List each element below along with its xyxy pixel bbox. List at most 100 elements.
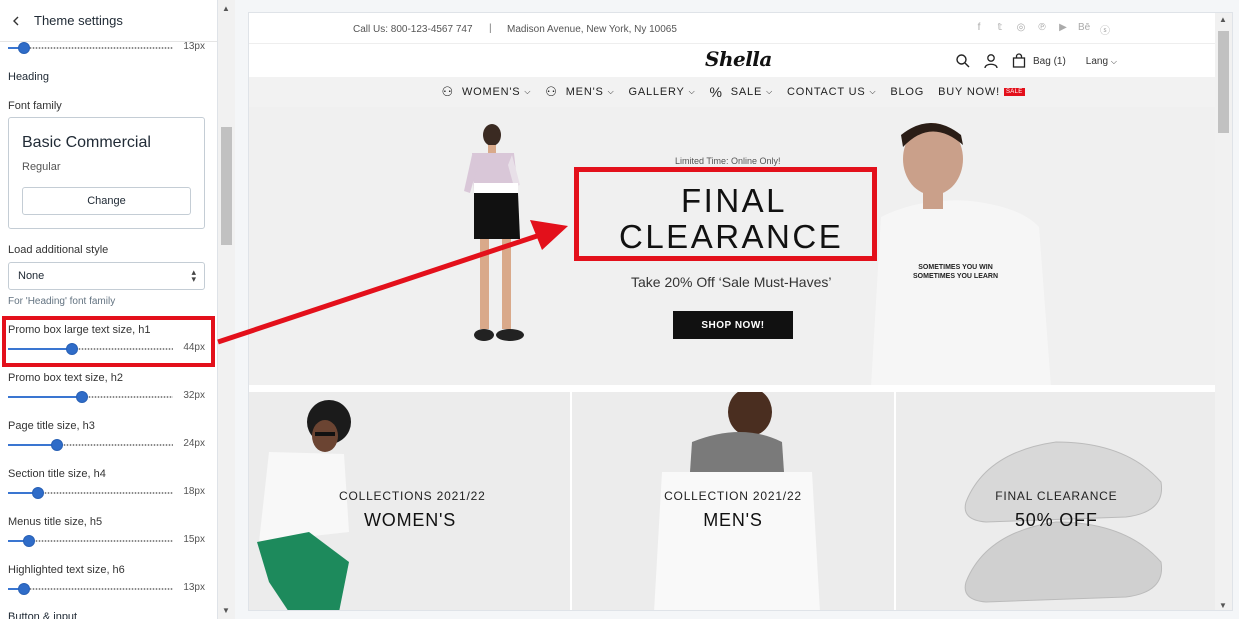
slider-knob[interactable]: [18, 583, 30, 595]
card-clearance[interactable]: FINAL CLEARANCE 50% OFF: [895, 392, 1217, 610]
woman-icon: ⚇: [441, 84, 454, 99]
collection-cards: COLLECTIONS 2021/22 WOMEN'S COLLECTION 2…: [249, 392, 1217, 610]
font-size-slider-top[interactable]: 13px: [8, 41, 205, 55]
facebook-icon[interactable]: f: [973, 22, 985, 37]
bag-label[interactable]: Bag (1): [1033, 56, 1066, 67]
store-logo[interactable]: Shella: [705, 47, 772, 71]
shirt-print: SOMETIMES YOU WIN SOMETIMES YOU LEARN: [913, 264, 999, 280]
slider-label-h5: Menus title size, h5: [8, 516, 103, 528]
button-input-section-title: Button & input: [8, 611, 78, 619]
nav-item-contact[interactable]: CONTACT US ⌵: [787, 86, 876, 98]
bag-icon[interactable]: [1011, 53, 1027, 69]
load-style-hint: For 'Heading' font family: [8, 296, 116, 307]
change-font-button[interactable]: Change: [22, 187, 191, 215]
percent-icon: %: [709, 84, 723, 100]
behance-icon[interactable]: Bē: [1078, 22, 1090, 37]
chevron-down-icon: ⌵: [524, 87, 532, 96]
man-icon: ⚇: [545, 84, 558, 99]
card-title: COLLECTION 2021/22: [664, 489, 802, 503]
store-address: Madison Avenue, New York, Ny 10065: [507, 24, 677, 35]
scrollbar-thumb[interactable]: [221, 127, 232, 245]
highlight-annotation-box: [2, 316, 215, 367]
nav-label: WOMEN'S: [461, 86, 521, 98]
slider-h6[interactable]: 13px: [8, 582, 205, 596]
load-style-select[interactable]: None ▴ ▾: [8, 262, 205, 290]
sale-badge: SALE: [1003, 88, 1025, 96]
chevron-down-icon: ⌵: [688, 87, 696, 96]
youtube-icon[interactable]: ▶: [1057, 22, 1069, 37]
skype-icon[interactable]: ⓢ: [1099, 22, 1111, 37]
font-picker-card: Basic Commercial Regular Change: [8, 117, 205, 229]
sidebar-scrollbar[interactable]: ▲ ▼: [218, 0, 235, 619]
slider-label-h3: Page title size, h3: [8, 420, 95, 432]
hero-man-image: [871, 123, 1051, 385]
scroll-up-icon[interactable]: ▲: [222, 4, 230, 13]
scrollbar-thumb[interactable]: [1218, 31, 1229, 133]
hero-woman-image: [464, 124, 524, 341]
back-arrow-icon[interactable]: [8, 13, 24, 29]
pinterest-icon[interactable]: ℗: [1036, 22, 1048, 37]
load-style-value: None: [18, 270, 45, 282]
chevron-down-icon: ⌵: [766, 87, 773, 96]
card-title: COLLECTIONS 2021/22: [339, 489, 486, 503]
nav-item-blog[interactable]: BLOG: [890, 86, 924, 98]
card-title: FINAL CLEARANCE: [995, 489, 1118, 503]
slider-h3[interactable]: 24px: [8, 438, 205, 452]
heading-section-title: Heading: [8, 71, 49, 83]
nav-label: BLOG: [890, 86, 925, 98]
card-mens[interactable]: COLLECTION 2021/22 MEN'S: [572, 392, 894, 610]
chevron-down-icon: ⌵: [1110, 56, 1117, 66]
nav-item-buy-now[interactable]: BUY NOW! SALE: [938, 86, 1025, 98]
slider-value: 13px: [183, 41, 205, 52]
load-style-label: Load additional style: [8, 244, 109, 256]
card-subtitle: 50% OFF: [1015, 510, 1098, 530]
slider-label-h6: Highlighted text size, h6: [8, 564, 125, 576]
slider-h2[interactable]: 32px: [8, 390, 205, 404]
slider-label-h4: Section title size, h4: [8, 468, 106, 480]
scroll-down-icon[interactable]: ▼: [1219, 601, 1227, 610]
topbar-separator: |: [489, 23, 492, 34]
hero-highlight-box: [574, 167, 877, 261]
slider-h4[interactable]: 18px: [8, 486, 205, 500]
slider-h5[interactable]: 15px: [8, 534, 205, 548]
chevron-down-icon: ⌵: [607, 87, 615, 96]
slider-knob[interactable]: [23, 535, 35, 547]
account-icon[interactable]: [983, 53, 999, 69]
slider-knob[interactable]: [51, 439, 63, 451]
scroll-down-icon[interactable]: ▼: [222, 606, 230, 615]
nav-item-gallery[interactable]: GALLERY ⌵: [628, 86, 695, 98]
slider-knob[interactable]: [18, 42, 30, 54]
select-arrows-icon: ▴ ▾: [191, 267, 196, 284]
shop-now-button[interactable]: SHOP NOW!: [673, 311, 793, 339]
nav-label: CONTACT US: [786, 86, 866, 98]
instagram-icon[interactable]: ◎: [1015, 22, 1027, 37]
slider-knob[interactable]: [32, 487, 44, 499]
nav-item-sale[interactable]: % SALE ⌵: [710, 84, 773, 100]
nav-item-mens[interactable]: ⚇ MEN'S ⌵: [545, 84, 614, 100]
font-family-label: Font family: [8, 100, 62, 112]
slider-value: 15px: [183, 534, 205, 545]
sidebar-header: Theme settings: [0, 0, 217, 42]
card-subtitle: WOMEN'S: [364, 510, 457, 530]
scroll-up-icon[interactable]: ▲: [1219, 15, 1227, 24]
nav-label: BUY NOW!: [938, 86, 1000, 98]
nav-item-womens[interactable]: ⚇ WOMEN'S ⌵: [441, 84, 531, 100]
main-navigation: ⚇ WOMEN'S ⌵ ⚇ MEN'S ⌵ GALLERY ⌵ % SALE ⌵ CON…: [249, 77, 1217, 107]
language-selector[interactable]: Lang ⌵: [1086, 56, 1117, 67]
slider-value: 32px: [183, 390, 205, 401]
search-icon[interactable]: [955, 53, 971, 69]
preview-scrollbar[interactable]: ▲ ▼: [1215, 13, 1232, 610]
nav-label: GALLERY: [628, 86, 685, 98]
card-womens[interactable]: COLLECTIONS 2021/22 WOMEN'S: [249, 392, 571, 610]
header-actions: Bag (1) Lang ⌵: [955, 53, 1117, 69]
social-links: f 𝕥 ◎ ℗ ▶ Bē ⓢ: [973, 22, 1111, 37]
chevron-down-icon: ⌵: [869, 87, 877, 96]
hero-limited-text: Limited Time: Online Only!: [675, 156, 781, 166]
font-name: Basic Commercial: [22, 134, 151, 151]
slider-knob[interactable]: [76, 391, 88, 403]
store-preview: Call Us: 800-123-4567 747 | Madison Aven…: [248, 12, 1233, 611]
card-subtitle: MEN'S: [703, 510, 763, 530]
contact-phone: Call Us: 800-123-4567 747: [353, 24, 473, 35]
twitter-icon[interactable]: 𝕥: [994, 22, 1006, 37]
hero-offer: Take 20% Off ‘Sale Must-Haves’: [631, 274, 832, 290]
